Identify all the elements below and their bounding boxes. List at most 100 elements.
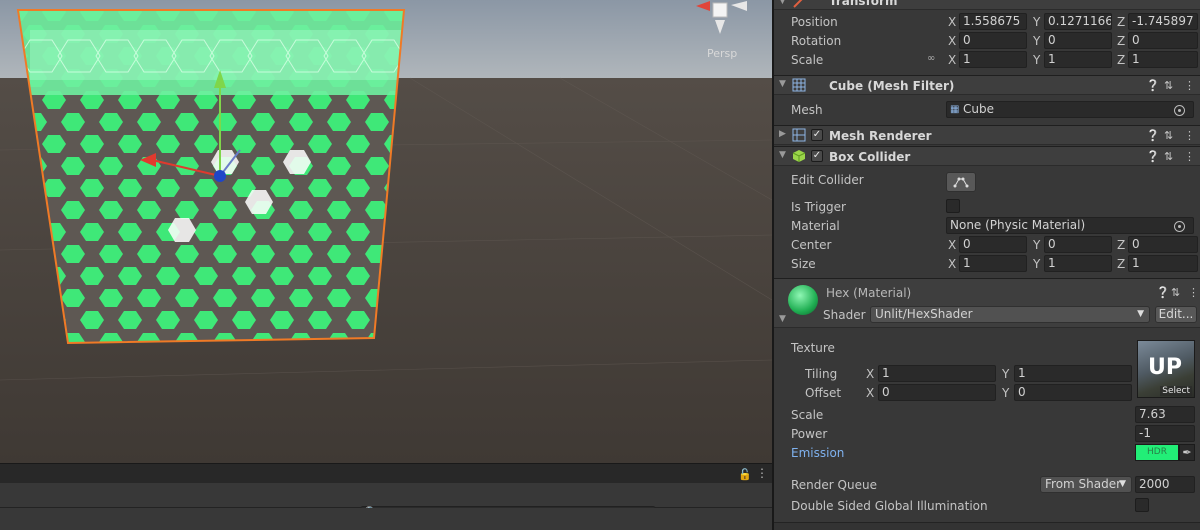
axis-y-label[interactable]: Y xyxy=(1033,257,1040,271)
tiling-label: Tiling xyxy=(805,367,838,381)
position-y-field[interactable]: 0.1271166 xyxy=(1044,13,1112,30)
eyedropper-icon[interactable]: ✒ xyxy=(1179,444,1195,461)
component-menu-icon[interactable]: ⋮ xyxy=(1184,129,1195,142)
shader-value: Unlit/HexShader xyxy=(875,307,973,321)
axis-z-label[interactable]: Z xyxy=(1117,34,1125,48)
component-menu-icon[interactable]: ⋮ xyxy=(1184,150,1195,163)
power-label: Power xyxy=(791,427,828,441)
foldout-arrow-icon[interactable]: ▶ xyxy=(779,129,786,139)
axis-y-label[interactable]: Y xyxy=(1033,238,1040,252)
emission-color-swatch[interactable]: HDR xyxy=(1135,444,1179,461)
mesh-renderer-enabled-checkbox[interactable]: ✓ xyxy=(811,129,823,141)
component-menu-icon[interactable]: ⋮ xyxy=(1184,79,1195,92)
scale-x-field[interactable]: 1 xyxy=(959,51,1027,68)
dsgi-label: Double Sided Global Illumination xyxy=(791,499,988,513)
constrain-proportions-link-icon[interactable]: ∞ xyxy=(927,53,935,64)
center-row: Center X 0 Y 0 Z 0 xyxy=(774,235,1200,254)
center-y-field[interactable]: 0 xyxy=(1044,236,1112,253)
axis-y-label[interactable]: Y xyxy=(1033,34,1040,48)
scale-y-field[interactable]: 1 xyxy=(1044,51,1112,68)
axis-x-label[interactable]: X xyxy=(948,34,956,48)
mesh-renderer-header[interactable]: ▶ ✓ Mesh Renderer ❔ ⇅ ⋮ xyxy=(774,125,1200,145)
edit-collider-button[interactable] xyxy=(946,172,976,192)
render-queue-dropdown[interactable]: From Shader ▼ xyxy=(1040,476,1132,493)
offset-x-field[interactable]: 0 xyxy=(878,384,996,401)
lock-icon[interactable]: 🔓 xyxy=(738,468,752,481)
mesh-object-field[interactable]: ▦ Cube xyxy=(946,101,1194,118)
mesh-label: Mesh xyxy=(791,103,823,117)
axis-x-label[interactable]: X xyxy=(948,238,956,252)
component-menu-icon[interactable]: ⋮ xyxy=(1188,286,1199,299)
dsgi-checkbox[interactable] xyxy=(1135,498,1149,512)
foldout-arrow-icon[interactable]: ▼ xyxy=(779,150,786,160)
center-z-field[interactable]: 0 xyxy=(1128,236,1198,253)
offset-y-field[interactable]: 0 xyxy=(1014,384,1132,401)
physic-material-field[interactable]: None (Physic Material) xyxy=(946,217,1194,234)
is-trigger-checkbox[interactable] xyxy=(946,199,960,213)
edit-collider-row: Edit Collider xyxy=(774,170,1200,196)
shader-dropdown[interactable]: Unlit/HexShader ▼ xyxy=(870,306,1150,323)
scene-view[interactable]: Persp xyxy=(0,0,772,463)
size-x-field[interactable]: 1 xyxy=(959,255,1027,272)
axis-y-label[interactable]: Y xyxy=(1033,53,1040,67)
persp-label[interactable]: Persp xyxy=(707,47,737,60)
help-icon[interactable]: ❔ xyxy=(1146,150,1160,163)
dsgi-row: Double Sided Global Illumination xyxy=(774,496,1200,515)
presets-icon[interactable]: ⇅ xyxy=(1164,79,1173,92)
is-trigger-label: Is Trigger xyxy=(791,200,846,214)
axis-x-label[interactable]: X xyxy=(866,386,874,400)
foldout-arrow-icon[interactable]: ▼ xyxy=(779,79,786,89)
hex-scale-field[interactable]: 7.63 xyxy=(1135,406,1195,423)
more-menu-icon[interactable]: ⋮ xyxy=(756,466,768,480)
mesh-filter-title: Cube (Mesh Filter) xyxy=(829,79,955,93)
axis-z-label[interactable]: Z xyxy=(1117,238,1125,252)
size-z-field[interactable]: 1 xyxy=(1128,255,1198,272)
presets-icon[interactable]: ⇅ xyxy=(1164,150,1173,163)
axis-x-label[interactable]: X xyxy=(948,53,956,67)
axis-y-label[interactable]: Y xyxy=(1002,367,1009,381)
axis-y-label[interactable]: Y xyxy=(1002,386,1009,400)
presets-icon[interactable]: ⇅ xyxy=(1171,286,1180,299)
object-picker-icon[interactable] xyxy=(1174,221,1185,232)
box-collider-enabled-checkbox[interactable]: ✓ xyxy=(811,150,823,162)
object-picker-icon[interactable] xyxy=(1174,105,1185,116)
center-x-field[interactable]: 0 xyxy=(959,236,1027,253)
help-icon[interactable]: ❔ xyxy=(1146,79,1160,92)
help-icon[interactable]: ❔ xyxy=(1156,286,1170,299)
material-label: Material xyxy=(791,219,840,233)
position-x-field[interactable]: 1.558675 xyxy=(959,13,1027,30)
transform-header[interactable]: ▼ Transform xyxy=(774,0,1200,10)
tiling-x-field[interactable]: 1 xyxy=(878,365,996,382)
rotation-z-field[interactable]: 0 xyxy=(1128,32,1198,49)
panel-toolbar: 🔍 ▣ ● ♦ ★ ⊘ 18 xyxy=(0,483,772,522)
help-icon[interactable]: ❔ xyxy=(1146,129,1160,142)
axis-x-label[interactable]: X xyxy=(866,367,874,381)
mesh-filter-header[interactable]: ▼ Cube (Mesh Filter) ❔ ⇅ ⋮ xyxy=(774,75,1200,95)
axis-y-label[interactable]: Y xyxy=(1033,15,1040,29)
emission-row: Emission HDR ✒ xyxy=(774,443,1200,462)
material-header[interactable]: ▼ Hex (Material) ❔ ⇅ ⋮ Shader Unlit/HexS… xyxy=(774,278,1200,328)
presets-icon[interactable]: ⇅ xyxy=(1164,129,1173,142)
edit-shader-button[interactable]: Edit... xyxy=(1155,306,1197,323)
size-y-field[interactable]: 1 xyxy=(1044,255,1112,272)
foldout-arrow-icon[interactable]: ▼ xyxy=(779,314,786,324)
axis-x-label[interactable]: X xyxy=(948,257,956,271)
render-queue-field[interactable]: 2000 xyxy=(1135,476,1195,493)
scale-label: Scale xyxy=(791,53,824,67)
material-preview-sphere-icon xyxy=(788,285,818,315)
position-z-field[interactable]: -1.745897 xyxy=(1128,13,1198,30)
power-field[interactable]: -1 xyxy=(1135,425,1195,442)
scale-z-field[interactable]: 1 xyxy=(1128,51,1198,68)
rotation-y-field[interactable]: 0 xyxy=(1044,32,1112,49)
tiling-y-field[interactable]: 1 xyxy=(1014,365,1132,382)
axis-x-label[interactable]: X xyxy=(948,15,956,29)
chevron-down-icon: ▼ xyxy=(1119,479,1126,489)
box-collider-header[interactable]: ▼ ✓ Box Collider ❔ ⇅ ⋮ xyxy=(774,146,1200,166)
axis-z-label[interactable]: Z xyxy=(1117,15,1125,29)
panel-tab-bar: 🔓 ⋮ xyxy=(0,463,772,483)
collider-material-row: Material None (Physic Material) xyxy=(774,216,1200,235)
foldout-arrow-icon[interactable]: ▼ xyxy=(779,0,786,6)
axis-z-label[interactable]: Z xyxy=(1117,53,1125,67)
rotation-x-field[interactable]: 0 xyxy=(959,32,1027,49)
axis-z-label[interactable]: Z xyxy=(1117,257,1125,271)
